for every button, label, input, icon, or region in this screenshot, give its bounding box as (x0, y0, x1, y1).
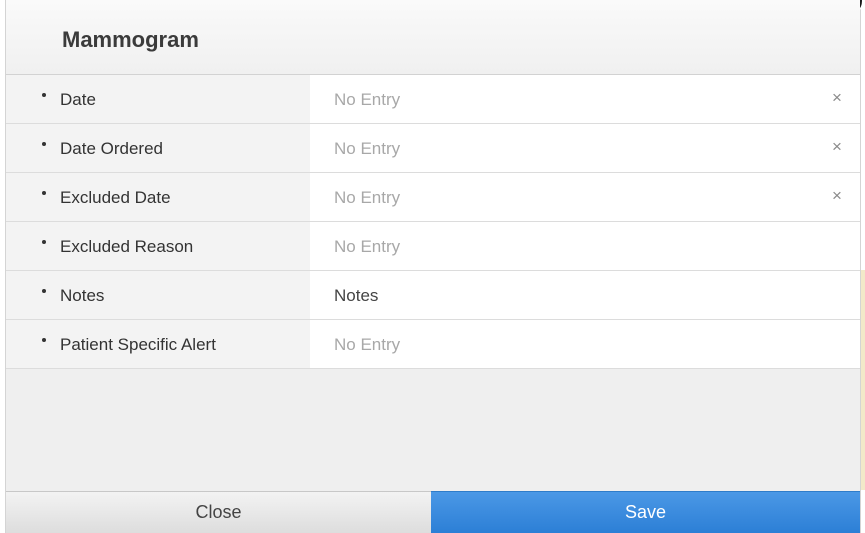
field-label-cell: Notes (6, 271, 310, 319)
bullet-icon (42, 142, 46, 146)
field-value: Notes (334, 286, 379, 305)
field-list: Date No Entry × Date Ordered No Entry × … (6, 75, 860, 369)
field-label-cell: Date Ordered (6, 124, 310, 172)
field-value: No Entry (334, 188, 401, 207)
field-label-cell: Excluded Reason (6, 222, 310, 270)
field-value: No Entry (334, 335, 401, 354)
modal-footer: Close Save (6, 491, 860, 533)
field-label: Date Ordered (60, 139, 163, 158)
excluded-date-field[interactable]: No Entry × (310, 173, 860, 221)
notes-field[interactable]: Notes (310, 271, 860, 319)
clear-icon[interactable]: × (828, 187, 846, 205)
field-value: No Entry (334, 90, 401, 109)
bullet-icon (42, 338, 46, 342)
field-value: No Entry (334, 237, 401, 256)
patient-specific-alert-field[interactable]: No Entry (310, 320, 860, 368)
date-field[interactable]: No Entry × (310, 75, 860, 123)
field-label-cell: Excluded Date (6, 173, 310, 221)
clear-icon[interactable]: × (828, 138, 846, 156)
background-strip (861, 270, 865, 490)
field-value: No Entry (334, 139, 401, 158)
clear-icon[interactable]: × (828, 89, 846, 107)
bullet-icon (42, 240, 46, 244)
field-row-excluded-date: Excluded Date No Entry × (6, 173, 860, 222)
field-label: Excluded Date (60, 188, 171, 207)
mammogram-modal: Mammogram Date No Entry × Date Ordered N… (5, 0, 863, 533)
field-label: Notes (60, 286, 105, 305)
field-row-notes: Notes Notes (6, 271, 860, 320)
field-label-cell: Patient Specific Alert (6, 320, 310, 368)
save-button[interactable]: Save (431, 491, 860, 533)
field-label: Patient Specific Alert (60, 335, 216, 354)
modal-header: Mammogram (6, 0, 860, 75)
field-row-date-ordered: Date Ordered No Entry × (6, 124, 860, 173)
field-label-cell: Date (6, 75, 310, 123)
field-label: Excluded Reason (60, 237, 194, 256)
modal-title: Mammogram (62, 27, 199, 52)
field-row-date: Date No Entry × (6, 75, 860, 124)
close-button[interactable]: Close (6, 491, 431, 533)
bullet-icon (42, 289, 46, 293)
field-row-excluded-reason: Excluded Reason No Entry (6, 222, 860, 271)
bullet-icon (42, 93, 46, 97)
date-ordered-field[interactable]: No Entry × (310, 124, 860, 172)
excluded-reason-field[interactable]: No Entry (310, 222, 860, 270)
field-label: Date (60, 90, 96, 109)
field-row-patient-specific-alert: Patient Specific Alert No Entry (6, 320, 860, 369)
bullet-icon (42, 191, 46, 195)
